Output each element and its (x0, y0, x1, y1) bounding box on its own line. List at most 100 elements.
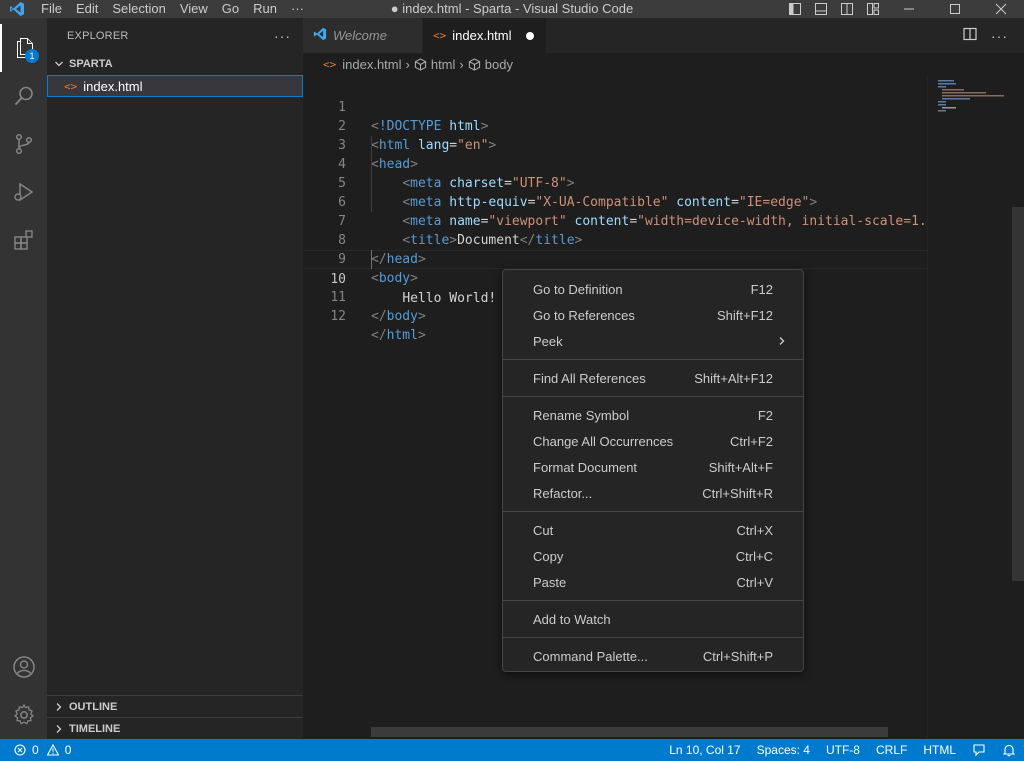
error-icon (14, 744, 26, 756)
encoding[interactable]: UTF-8 (818, 743, 868, 757)
breadcrumb-file[interactable]: <> index.html (323, 57, 402, 72)
menu-separator (503, 637, 803, 638)
editor-tabs: Welcome <> index.html ··· (303, 18, 1024, 53)
end-of-line[interactable]: CRLF (868, 743, 915, 757)
menu-go[interactable]: Go (215, 0, 246, 18)
code-line-current: 10 Hello World! (303, 250, 927, 306)
customize-layout-icon[interactable] (860, 0, 886, 18)
menu-item-command-palette[interactable]: Command Palette... Ctrl+Shift+P (503, 643, 803, 669)
context-menu: Go to Definition F12 Go to References Shif… (502, 269, 804, 672)
file-item-index-html[interactable]: <> index.html (47, 75, 303, 97)
html-file-icon: <> (323, 57, 337, 71)
menu-separator (503, 396, 803, 397)
menu-file[interactable]: File (34, 0, 69, 18)
minimize-icon[interactable] (886, 0, 932, 18)
menu-more[interactable]: ··· (284, 0, 311, 18)
code-line: 9 <body> (303, 231, 927, 286)
title-bar: File Edit Selection View Go Run ··· ● in… (0, 0, 1024, 18)
line-number: 12 (330, 309, 346, 324)
code-line: 5 <meta http-equiv="X-UA-Compatible" con… (303, 155, 927, 210)
folder-section-sparta[interactable]: SPARTA (47, 53, 303, 75)
explorer-more-actions-icon[interactable]: ··· (274, 28, 291, 44)
menu-bar: File Edit Selection View Go Run ··· (34, 0, 311, 18)
timeline-section[interactable]: TIMELINE (47, 718, 303, 740)
tab-index-html[interactable]: <> index.html (423, 18, 546, 53)
menu-item-go-to-definition[interactable]: Go to Definition F12 (503, 276, 803, 302)
more-actions-icon[interactable]: ··· (991, 28, 1008, 44)
code-line: 7 <title>Document</title> (303, 193, 927, 248)
menu-item-copy[interactable]: Copy Ctrl+C (503, 543, 803, 569)
split-editor-icon[interactable] (963, 27, 977, 44)
minimap-preview (938, 80, 1004, 112)
menu-item-add-to-watch[interactable]: Add to Watch (503, 606, 803, 632)
notifications-bell-icon[interactable] (994, 743, 1024, 757)
chevron-right-icon: › (459, 56, 464, 72)
status-bar: 0 0 Ln 10, Col 17 Spaces: 4 UTF-8 CRLF H… (0, 739, 1024, 761)
menu-item-find-all-references[interactable]: Find All References Shift+Alt+F12 (503, 365, 803, 391)
scrollbar-thumb[interactable] (1012, 207, 1024, 581)
symbol-element-icon (468, 57, 481, 71)
search-icon[interactable] (0, 72, 47, 120)
breadcrumb-html[interactable]: html (414, 56, 456, 72)
activity-bar: 1 (0, 18, 47, 739)
tab-label: index.html (452, 28, 512, 43)
indent-guide-active (371, 250, 372, 269)
menu-item-go-to-references[interactable]: Go to References Shift+F12 (503, 302, 803, 328)
menu-item-rename-symbol[interactable]: Rename Symbol F2 (503, 402, 803, 428)
chevron-right-icon: › (405, 56, 410, 72)
minimap[interactable] (927, 75, 1012, 739)
cursor-position[interactable]: Ln 10, Col 17 (661, 743, 748, 757)
feedback-icon[interactable] (964, 743, 994, 757)
menu-separator (503, 600, 803, 601)
breadcrumb: <> index.html › html › body (303, 53, 1024, 75)
menu-selection[interactable]: Selection (105, 0, 172, 18)
toggle-secondary-sidebar-icon[interactable] (834, 0, 860, 18)
problems-indicator[interactable]: 0 0 (0, 743, 71, 757)
menu-view[interactable]: View (173, 0, 215, 18)
code-line: 6 <meta name="viewport" content="width=d… (303, 174, 942, 229)
language-mode[interactable]: HTML (915, 743, 964, 757)
html-file-icon: <> (64, 79, 78, 93)
vertical-scrollbar[interactable] (1012, 75, 1024, 739)
code-line: 4 <meta charset="UTF-8"> (303, 136, 927, 191)
horizontal-scrollbar[interactable] (371, 727, 888, 737)
chevron-right-icon (51, 724, 67, 734)
menu-item-change-all-occurrences[interactable]: Change All Occurrences Ctrl+F2 (503, 428, 803, 454)
menu-item-refactor[interactable]: Refactor... Ctrl+Shift+R (503, 480, 803, 506)
menu-item-paste[interactable]: Paste Ctrl+V (503, 569, 803, 595)
settings-gear-icon[interactable] (0, 691, 47, 739)
files-icon[interactable]: 1 (0, 24, 47, 72)
close-window-icon[interactable] (978, 0, 1024, 18)
breadcrumb-html-label: html (430, 56, 456, 72)
explorer-header: EXPLORER ··· (47, 18, 303, 53)
menu-item-peek[interactable]: Peek (503, 328, 803, 354)
error-count: 0 (32, 743, 39, 757)
menu-item-cut[interactable]: Cut Ctrl+X (503, 517, 803, 543)
breadcrumb-file-label: index.html (342, 56, 402, 72)
breadcrumb-body[interactable]: body (468, 57, 513, 72)
explorer-title: EXPLORER (67, 29, 129, 42)
run-debug-icon[interactable] (0, 168, 47, 216)
toggle-panel-icon[interactable] (808, 0, 834, 18)
vscode-logo-icon (313, 27, 327, 44)
menu-item-format-document[interactable]: Format Document Shift+Alt+F (503, 454, 803, 480)
tab-welcome[interactable]: Welcome (303, 18, 423, 53)
unsaved-dot-icon[interactable] (525, 31, 534, 40)
menu-separator (503, 359, 803, 360)
menu-edit[interactable]: Edit (69, 0, 105, 18)
vscode-logo-icon (0, 0, 34, 18)
source-control-icon[interactable] (0, 120, 47, 168)
extensions-icon[interactable] (0, 216, 47, 264)
outline-section[interactable]: OUTLINE (47, 696, 303, 718)
toggle-primary-sidebar-icon[interactable] (782, 0, 808, 18)
menu-run[interactable]: Run (246, 0, 284, 18)
account-icon[interactable] (0, 643, 47, 691)
indentation[interactable]: Spaces: 4 (749, 743, 818, 757)
code-line: 8 </head> (303, 212, 927, 267)
chevron-right-icon (777, 334, 787, 349)
symbol-element-icon (414, 57, 427, 71)
warning-icon (46, 744, 59, 756)
chevron-right-icon (51, 702, 67, 712)
code-line: 2 <html lang="en"> (303, 98, 927, 153)
maximize-icon[interactable] (932, 0, 978, 18)
